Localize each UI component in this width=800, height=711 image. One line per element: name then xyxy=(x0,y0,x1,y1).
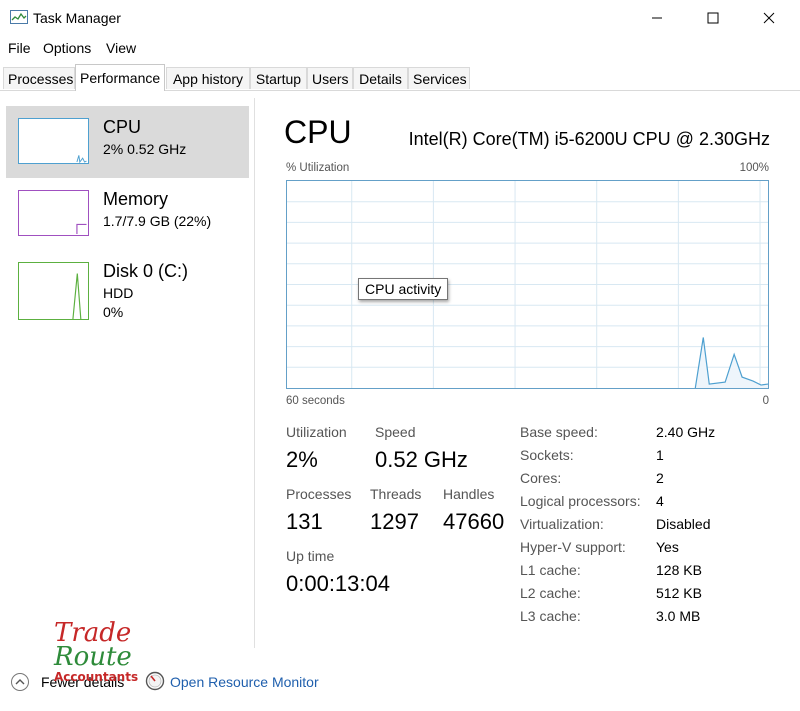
chevron-up-circle-icon[interactable] xyxy=(10,672,30,692)
menu-options[interactable]: Options xyxy=(43,40,91,56)
resource-item-memory[interactable]: Memory 1.7/7.9 GB (22%) xyxy=(6,178,249,250)
resource-item-cpu[interactable]: CPU 2% 0.52 GHz xyxy=(6,106,249,178)
resource-name: Memory xyxy=(103,189,169,209)
resource-detail: 1.7/7.9 GB (22%) xyxy=(103,213,212,229)
tab-app-history[interactable]: App history xyxy=(166,67,250,89)
utilization-value: 2% xyxy=(286,447,318,472)
close-icon xyxy=(763,12,775,24)
spec-value: 128 KB xyxy=(656,562,702,578)
threads-value: 1297 xyxy=(370,509,419,534)
spec-value: Yes xyxy=(656,539,679,555)
uptime-value: 0:00:13:04 xyxy=(286,571,390,596)
spec-value: 3.0 MB xyxy=(656,608,701,624)
resource-detail: HDD xyxy=(103,285,134,301)
spec-label: Base speed: xyxy=(520,424,598,440)
threads-label: Threads xyxy=(370,486,422,502)
spec-value: 2 xyxy=(656,470,664,486)
graph-y-label: % Utilization xyxy=(286,162,350,174)
tab-strip: Processes Performance App history Startu… xyxy=(0,64,800,91)
window-title: Task Manager xyxy=(33,10,121,26)
page-title: CPU xyxy=(284,114,352,150)
graph-x-start: 60 seconds xyxy=(286,395,345,407)
spec-value: 2.40 GHz xyxy=(656,424,716,440)
processes-value: 131 xyxy=(286,509,323,534)
spec-label: L2 cache: xyxy=(520,585,581,601)
processes-label: Processes xyxy=(286,486,352,502)
graph-tooltip: CPU activity xyxy=(358,278,449,300)
watermark-line3: Accountants xyxy=(54,670,139,684)
menu-file[interactable]: File xyxy=(8,40,31,56)
menu-view[interactable]: View xyxy=(106,40,136,56)
resource-item-disk[interactable]: Disk 0 (C:) HDD 0% xyxy=(6,250,249,322)
memory-thumbnail-graph xyxy=(18,190,89,236)
task-manager-icon xyxy=(10,10,28,24)
tab-users[interactable]: Users xyxy=(307,67,353,89)
disk-thumbnail-graph xyxy=(18,262,89,320)
graph-y-max: 100% xyxy=(739,162,769,174)
resource-detail: 2% 0.52 GHz xyxy=(103,141,187,157)
tab-services[interactable]: Services xyxy=(408,67,470,89)
spec-label: Virtualization: xyxy=(520,516,604,532)
spec-label: Logical processors: xyxy=(520,493,641,509)
spec-value: 1 xyxy=(656,447,664,463)
spec-label: L3 cache: xyxy=(520,608,581,624)
resource-detail: 0% xyxy=(103,304,124,320)
spec-value: 4 xyxy=(656,493,664,509)
tab-details[interactable]: Details xyxy=(353,67,408,89)
uptime-label: Up time xyxy=(286,548,335,564)
cpu-thumbnail-graph xyxy=(18,118,89,164)
resource-list: CPU 2% 0.52 GHz Memory 1.7/7.9 GB (22%) … xyxy=(0,98,254,648)
spec-value: Disabled xyxy=(656,516,711,532)
utilization-label: Utilization xyxy=(286,424,347,440)
resource-name: CPU xyxy=(103,117,142,137)
trade-route-watermark: Trade Route Accountants xyxy=(54,618,138,690)
spec-label: Cores: xyxy=(520,470,562,486)
speed-label: Speed xyxy=(375,424,416,440)
handles-value: 47660 xyxy=(443,509,505,534)
spec-label: L1 cache: xyxy=(520,562,581,578)
title-bar: Task Manager xyxy=(0,0,800,36)
minimize-button[interactable] xyxy=(634,0,680,36)
tab-startup[interactable]: Startup xyxy=(250,67,307,89)
tab-performance[interactable]: Performance xyxy=(75,64,165,91)
open-resource-monitor-link[interactable]: Open Resource Monitor xyxy=(170,674,319,690)
spec-value: 512 KB xyxy=(656,585,702,601)
spec-label: Sockets: xyxy=(520,447,574,463)
pane-divider[interactable] xyxy=(254,98,255,648)
maximize-icon xyxy=(707,12,719,24)
cpu-model: Intel(R) Core(TM) i5-6200U CPU @ 2.30GHz xyxy=(408,129,770,149)
maximize-button[interactable] xyxy=(690,0,736,36)
graph-x-end: 0 xyxy=(762,395,769,407)
handles-label: Handles xyxy=(443,486,495,502)
minimize-icon xyxy=(652,17,662,19)
tab-processes[interactable]: Processes xyxy=(3,67,75,89)
close-button[interactable] xyxy=(746,0,792,36)
resource-name: Disk 0 (C:) xyxy=(103,261,188,281)
spec-label: Hyper-V support: xyxy=(520,539,626,555)
watermark-line2: Route xyxy=(54,642,132,672)
speed-value: 0.52 GHz xyxy=(375,447,468,472)
resource-monitor-icon[interactable] xyxy=(145,671,165,691)
